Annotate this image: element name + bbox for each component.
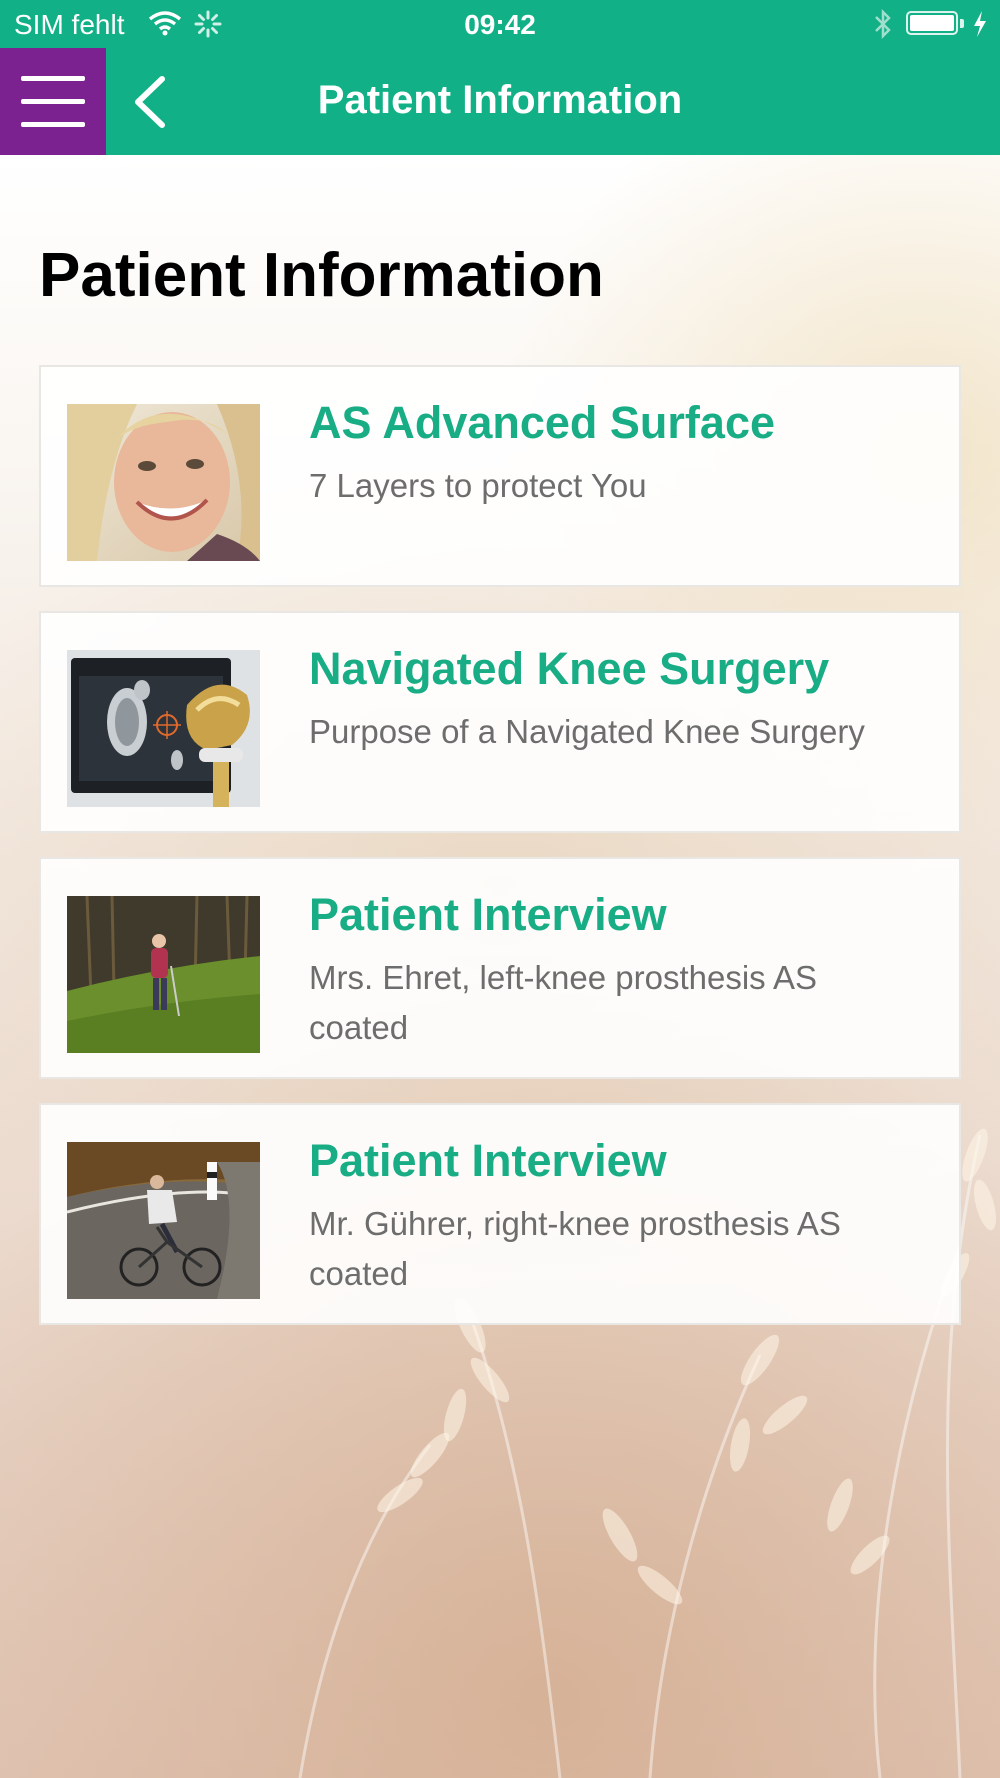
nav-title: Patient Information xyxy=(317,78,683,122)
battery-tip xyxy=(960,19,964,28)
back-button[interactable] xyxy=(128,76,172,128)
item-subtitle: Purpose of a Navigated Knee Surgery xyxy=(309,713,865,750)
battery-icon xyxy=(906,11,958,35)
charging-icon xyxy=(972,10,988,43)
item-title: Navigated Knee Surgery xyxy=(309,643,830,694)
item-title: Patient Interview xyxy=(309,889,667,940)
patient-info-list: AS Advanced Surface 7 Layers to protect … xyxy=(39,365,961,1349)
page-title: Patient Information xyxy=(39,241,604,310)
list-item[interactable]: Navigated Knee Surgery Purpose of a Navi… xyxy=(39,611,961,833)
man-cycling-photo xyxy=(67,1142,260,1299)
knee-navigation-screen-photo xyxy=(67,650,260,807)
item-title: AS Advanced Surface xyxy=(309,397,775,448)
item-subtitle: 7 Layers to protect You xyxy=(309,467,647,504)
smiling-woman-photo xyxy=(67,404,260,561)
hamburger-menu-icon-line xyxy=(21,122,85,127)
status-bar: SIM fehlt 09:42 xyxy=(0,0,1000,48)
battery-level-fill xyxy=(910,15,954,31)
list-item[interactable]: AS Advanced Surface 7 Layers to protect … xyxy=(39,365,961,587)
bluetooth-icon xyxy=(872,8,894,45)
navigation-bar: Patient Information xyxy=(0,48,1000,155)
list-item[interactable]: Patient Interview Mrs. Ehret, left-knee … xyxy=(39,857,961,1079)
hamburger-menu-icon-line xyxy=(21,99,85,104)
chevron-left-icon xyxy=(135,76,165,128)
woman-nordic-walking-photo xyxy=(67,896,260,1053)
list-item[interactable]: Patient Interview Mr. Gührer, right-knee… xyxy=(39,1103,961,1325)
hamburger-menu-icon-line xyxy=(21,76,85,81)
item-subtitle: Mrs. Ehret, left-knee prosthesis AS coat… xyxy=(309,959,818,1046)
item-subtitle: Mr. Gührer, right-knee prosthesis AS coa… xyxy=(309,1205,841,1292)
clock-time: 09:42 xyxy=(464,9,536,40)
menu-button[interactable] xyxy=(0,48,106,155)
item-title: Patient Interview xyxy=(309,1135,667,1186)
